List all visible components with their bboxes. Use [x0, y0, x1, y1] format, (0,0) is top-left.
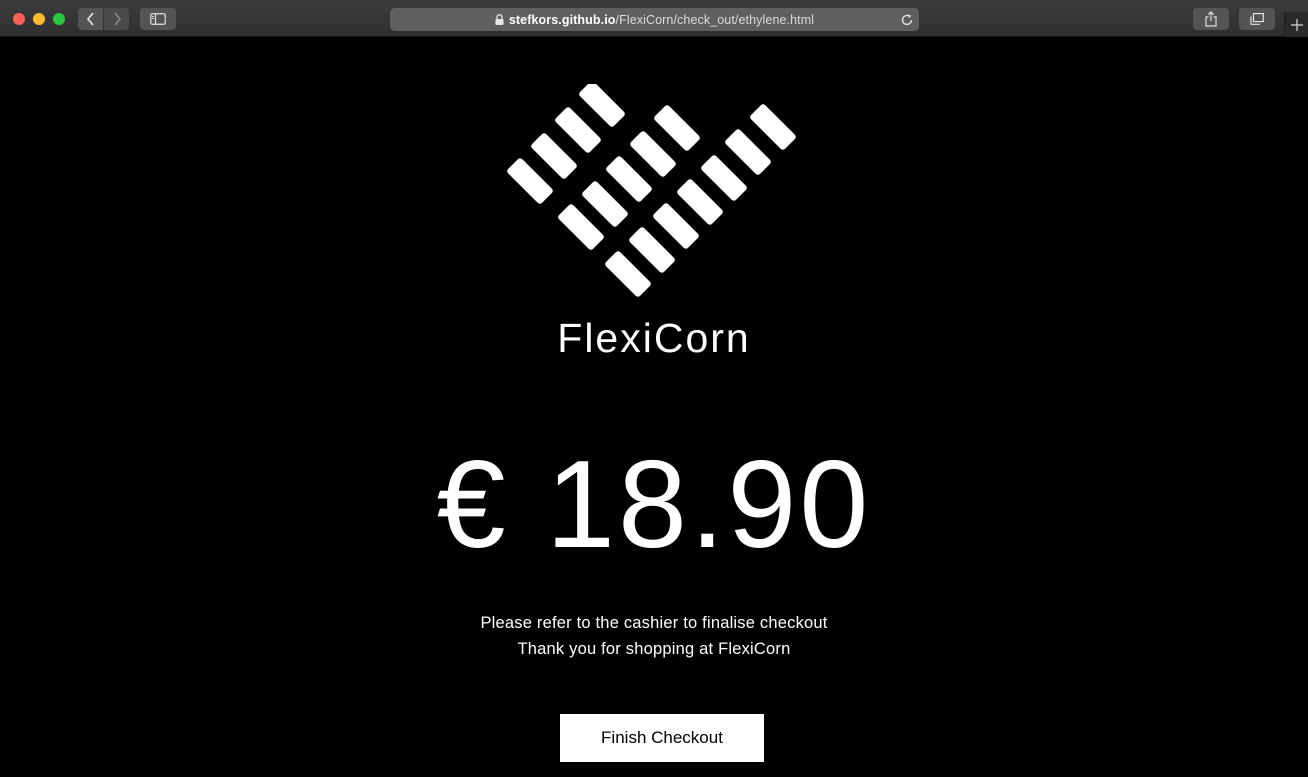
address-bar[interactable]: stefkors.github.io/FlexiCorn/check_out/e…	[390, 8, 919, 31]
close-window-button[interactable]	[13, 13, 25, 25]
checkout-page: FlexiCorn € 18.90 Please refer to the ca…	[0, 37, 1308, 777]
finish-checkout-button[interactable]: Finish Checkout	[560, 714, 764, 762]
sidebar-icon	[150, 13, 166, 25]
tab-overview-button[interactable]	[1239, 8, 1275, 30]
chevron-right-icon	[113, 12, 121, 26]
fullscreen-window-button[interactable]	[53, 13, 65, 25]
share-button[interactable]	[1193, 8, 1229, 30]
plus-icon	[1291, 18, 1303, 31]
minimize-window-button[interactable]	[33, 13, 45, 25]
browser-toolbar: stefkors.github.io/FlexiCorn/check_out/e…	[0, 0, 1308, 37]
forward-button[interactable]	[104, 8, 129, 30]
reload-icon[interactable]	[900, 12, 914, 31]
chevron-left-icon	[86, 12, 94, 26]
sidebar-toggle-button[interactable]	[140, 8, 176, 30]
thank-you-text: Thank you for shopping at FlexiCorn	[517, 640, 791, 658]
url-text: stefkors.github.io/FlexiCorn/check_out/e…	[495, 13, 814, 27]
flexicorn-logo-icon	[507, 84, 796, 297]
share-icon	[1205, 11, 1217, 27]
url-host: stefkors.github.io	[508, 12, 616, 27]
lock-icon	[495, 14, 504, 25]
cashier-instruction-text: Please refer to the cashier to finalise …	[480, 614, 828, 632]
brand-name: FlexiCorn	[557, 315, 751, 361]
total-price: € 18.90	[436, 436, 872, 574]
url-path: /FlexiCorn/check_out/ethylene.html	[615, 12, 815, 27]
back-button[interactable]	[78, 8, 103, 30]
new-tab-button[interactable]	[1284, 12, 1308, 37]
tabs-icon	[1250, 13, 1264, 25]
